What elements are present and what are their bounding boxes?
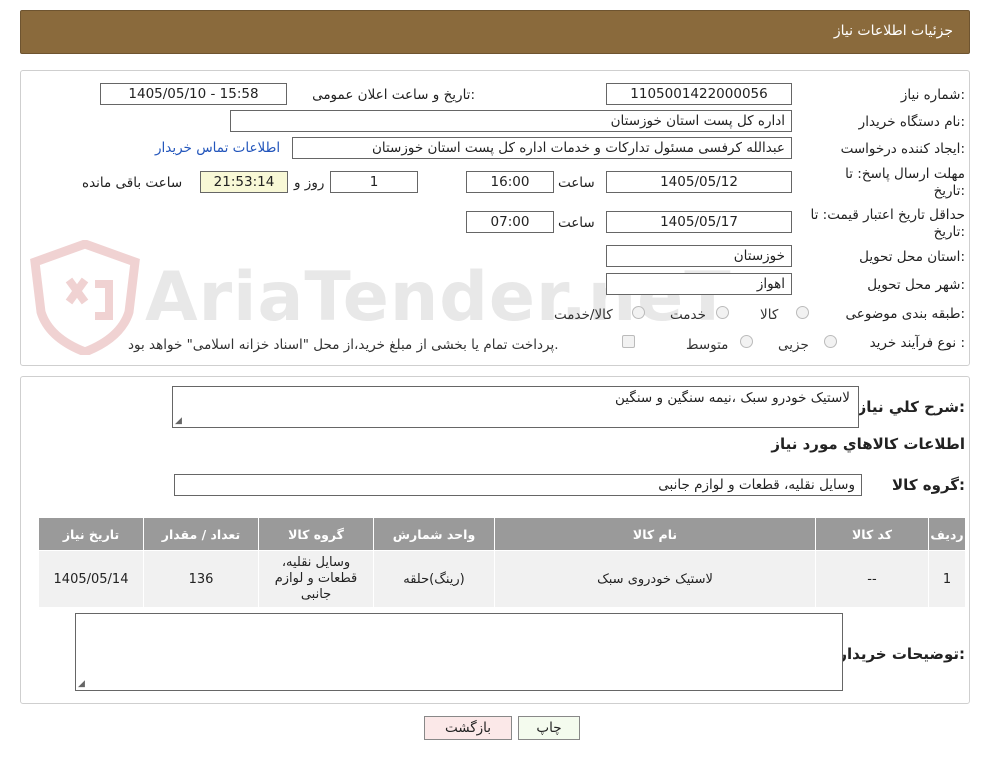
buyer-org-label: نام دستگاه خریدار: (858, 114, 965, 130)
resize-handle-icon[interactable]: ◢ (175, 416, 182, 426)
goods-group-label: گروه کالا: (892, 476, 965, 494)
remaining-days-field: 1 (330, 171, 418, 193)
deadline-time-label: ساعت (558, 175, 595, 191)
col-header-date: تاریخ نیاز (38, 517, 144, 551)
cell-group: وسایل نقلیه، قطعات و لوازم جانبی (258, 550, 374, 608)
need-description-field: لاستیک خودرو سبک ،نیمه سنگین و سنگین ◢ (172, 386, 859, 428)
city-label: شهر محل تحویل: (867, 277, 965, 293)
items-table-wrapper: ردیف کد کالا نام کالا واحد شمارش گروه کا… (38, 517, 966, 608)
cell-name: لاستیک خودروی سبک (494, 550, 816, 608)
remaining-time-field: 21:53:14 (200, 171, 288, 193)
col-header-name: نام کالا (494, 517, 816, 551)
contact-buyer-link[interactable]: اطلاعات تماس خریدار (155, 140, 280, 156)
validity-time-label: ساعت (558, 215, 595, 231)
table-header-row: ردیف کد کالا نام کالا واحد شمارش گروه کا… (38, 517, 966, 551)
col-header-code: کد کالا (815, 517, 929, 551)
buyer-notes-field: ◢ (75, 613, 843, 691)
col-header-unit: واحد شمارش (373, 517, 495, 551)
back-button[interactable]: بازگشت (424, 716, 512, 740)
category-label: طبقه بندی موضوعی: (845, 306, 965, 322)
need-number-label: شماره نیاز: (900, 87, 965, 103)
payment-treasury-checkbox[interactable] (622, 335, 635, 348)
validity-label: حداقل تاریخ اعتبار قیمت: تا (810, 207, 965, 223)
days-label: روز و (294, 175, 325, 191)
need-description-value: لاستیک خودرو سبک ،نیمه سنگین و سنگین (615, 390, 850, 406)
process-medium-radio[interactable] (740, 335, 753, 348)
buyer-notes-resize-icon[interactable]: ◢ (78, 679, 85, 689)
category-goods-service-label: کالا/خدمت (554, 307, 613, 323)
category-goods-radio[interactable] (796, 306, 809, 319)
col-header-row-number: ردیف (928, 517, 966, 551)
goods-info-title: اطلاعات کالاهاي مورد نياز (771, 435, 965, 453)
validity-label-date: تاریخ: (933, 224, 965, 240)
deadline-label-date: تاریخ: (933, 183, 965, 199)
payment-note: پرداخت تمام یا بخشی از مبلغ خرید،از محل … (128, 337, 559, 353)
process-minor-radio[interactable] (824, 335, 837, 348)
announce-label: تاریخ و ساعت اعلان عمومی: (312, 87, 475, 103)
requester-label: ایجاد کننده درخواست: (840, 141, 965, 157)
col-header-group: گروه کالا (258, 517, 374, 551)
deadline-time-field: 16:00 (466, 171, 554, 193)
table-row: 1 -- لاستیک خودروی سبک (رینگ)حلقه وسایل … (38, 550, 966, 608)
category-service-label: خدمت (670, 307, 706, 323)
category-goods-label: کالا (760, 307, 779, 323)
province-field: خوزستان (606, 245, 792, 267)
need-description-label: شرح کلي نياز: (857, 398, 965, 416)
validity-date-field: 1405/05/17 (606, 211, 792, 233)
remaining-label: ساعت باقی مانده (82, 175, 183, 191)
buyer-org-field: اداره کل پست استان خوزستان (230, 110, 792, 132)
category-service-radio[interactable] (716, 306, 729, 319)
process-type-label: نوع فرآیند خرید : (869, 335, 965, 351)
items-table: ردیف کد کالا نام کالا واحد شمارش گروه کا… (38, 517, 966, 608)
category-goods-service-radio[interactable] (632, 306, 645, 319)
process-medium-label: متوسط (686, 337, 729, 353)
print-button[interactable]: چاپ (518, 716, 580, 740)
cell-row-number: 1 (928, 550, 966, 608)
deadline-date-field: 1405/05/12 (606, 171, 792, 193)
buyer-notes-label: توضیحات خریدار: (838, 645, 965, 663)
page-title: جزئیات اطلاعات نیاز (833, 23, 953, 39)
city-field: اهواز (606, 273, 792, 295)
page-header: جزئیات اطلاعات نیاز (20, 10, 970, 54)
goods-group-field: وسایل نقلیه، قطعات و لوازم جانبی (174, 474, 862, 496)
cell-qty: 136 (143, 550, 259, 608)
deadline-label: مهلت ارسال پاسخ: تا (845, 166, 965, 182)
process-minor-label: جزیی (778, 337, 809, 353)
col-header-qty: تعداد / مقدار (143, 517, 259, 551)
need-number-field: 1105001422000056 (606, 83, 792, 105)
requester-field: عبدالله کرفسی مسئول تدارکات و خدمات ادار… (292, 137, 792, 159)
province-label: استان محل تحویل: (859, 249, 965, 265)
cell-unit: (رینگ)حلقه (373, 550, 495, 608)
cell-code: -- (815, 550, 929, 608)
validity-time-field: 07:00 (466, 211, 554, 233)
announce-field: 1405/05/10 - 15:58 (100, 83, 287, 105)
cell-date: 1405/05/14 (38, 550, 144, 608)
